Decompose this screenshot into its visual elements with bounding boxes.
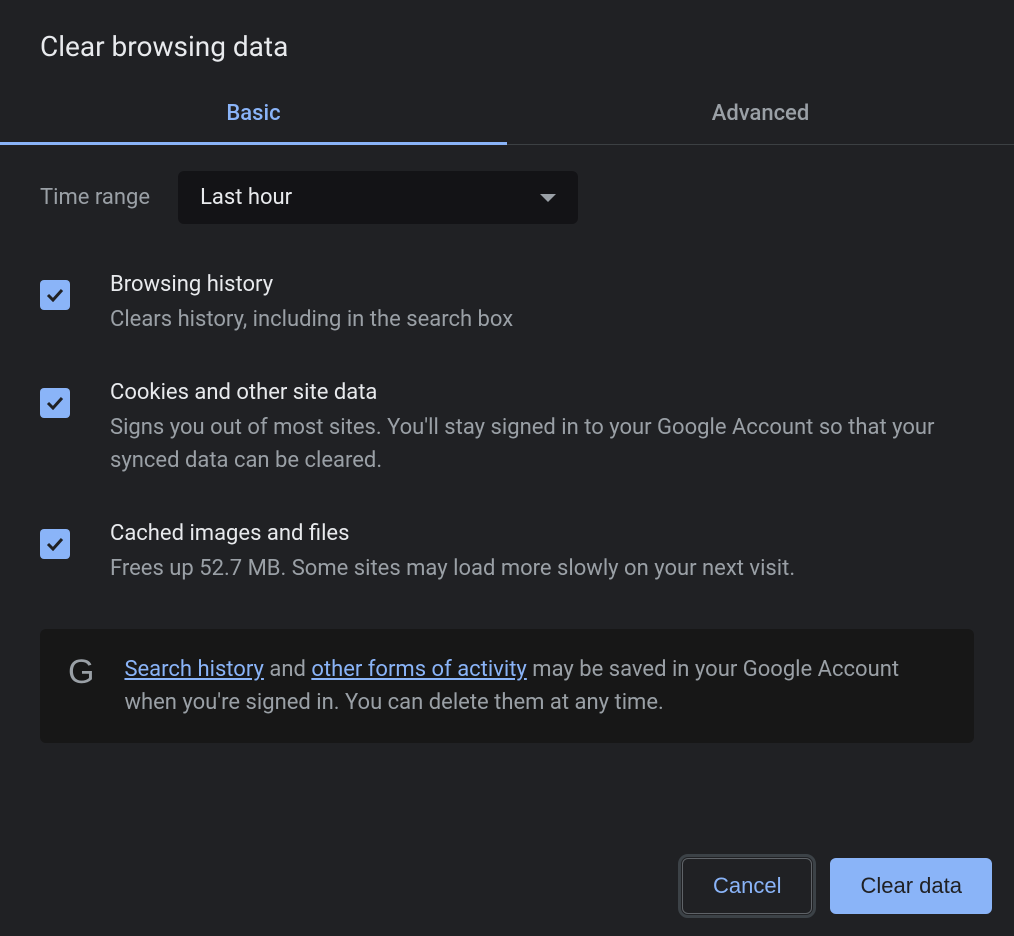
option-desc: Signs you out of most sites. You'll stay… [110, 411, 974, 477]
checkbox-browsing-history[interactable] [40, 280, 70, 310]
checkbox-cookies[interactable] [40, 388, 70, 418]
time-range-select[interactable]: Last hour [178, 171, 578, 224]
option-title: Browsing history [110, 272, 974, 297]
tab-bar: Basic Advanced [0, 83, 1014, 145]
dialog-title: Clear browsing data [0, 0, 1014, 83]
checkbox-cached[interactable] [40, 529, 70, 559]
google-account-info: G Search history and other forms of acti… [40, 629, 974, 743]
option-browsing-history: Browsing history Clears history, includi… [40, 272, 974, 336]
link-search-history[interactable]: Search history [124, 657, 263, 682]
time-range-value: Last hour [200, 185, 292, 210]
option-text-group: Browsing history Clears history, includi… [110, 272, 974, 336]
link-other-activity[interactable]: other forms of activity [311, 657, 527, 682]
option-cookies: Cookies and other site data Signs you ou… [40, 380, 974, 477]
dialog-footer: Cancel Clear data [0, 828, 1014, 936]
clear-browsing-data-dialog: Clear browsing data Basic Advanced Time … [0, 0, 1014, 936]
option-cached: Cached images and files Frees up 52.7 MB… [40, 521, 974, 585]
info-text-mid: and [264, 657, 311, 682]
option-text-group: Cookies and other site data Signs you ou… [110, 380, 974, 477]
option-title: Cached images and files [110, 521, 974, 546]
check-icon [46, 396, 64, 410]
cancel-button[interactable]: Cancel [682, 858, 812, 914]
option-desc: Frees up 52.7 MB. Some sites may load mo… [110, 552, 974, 585]
tab-advanced[interactable]: Advanced [507, 83, 1014, 144]
option-text-group: Cached images and files Frees up 52.7 MB… [110, 521, 974, 585]
chevron-down-icon [540, 194, 556, 202]
dialog-content: Time range Last hour Browsing history Cl… [0, 145, 1014, 828]
time-range-label: Time range [40, 185, 150, 210]
option-desc: Clears history, including in the search … [110, 303, 974, 336]
info-text: Search history and other forms of activi… [124, 653, 946, 719]
check-icon [46, 537, 64, 551]
option-title: Cookies and other site data [110, 380, 974, 405]
clear-data-button[interactable]: Clear data [830, 858, 992, 914]
time-range-row: Time range Last hour [40, 171, 974, 224]
tab-basic[interactable]: Basic [0, 83, 507, 144]
google-icon: G [68, 655, 94, 689]
check-icon [46, 288, 64, 302]
